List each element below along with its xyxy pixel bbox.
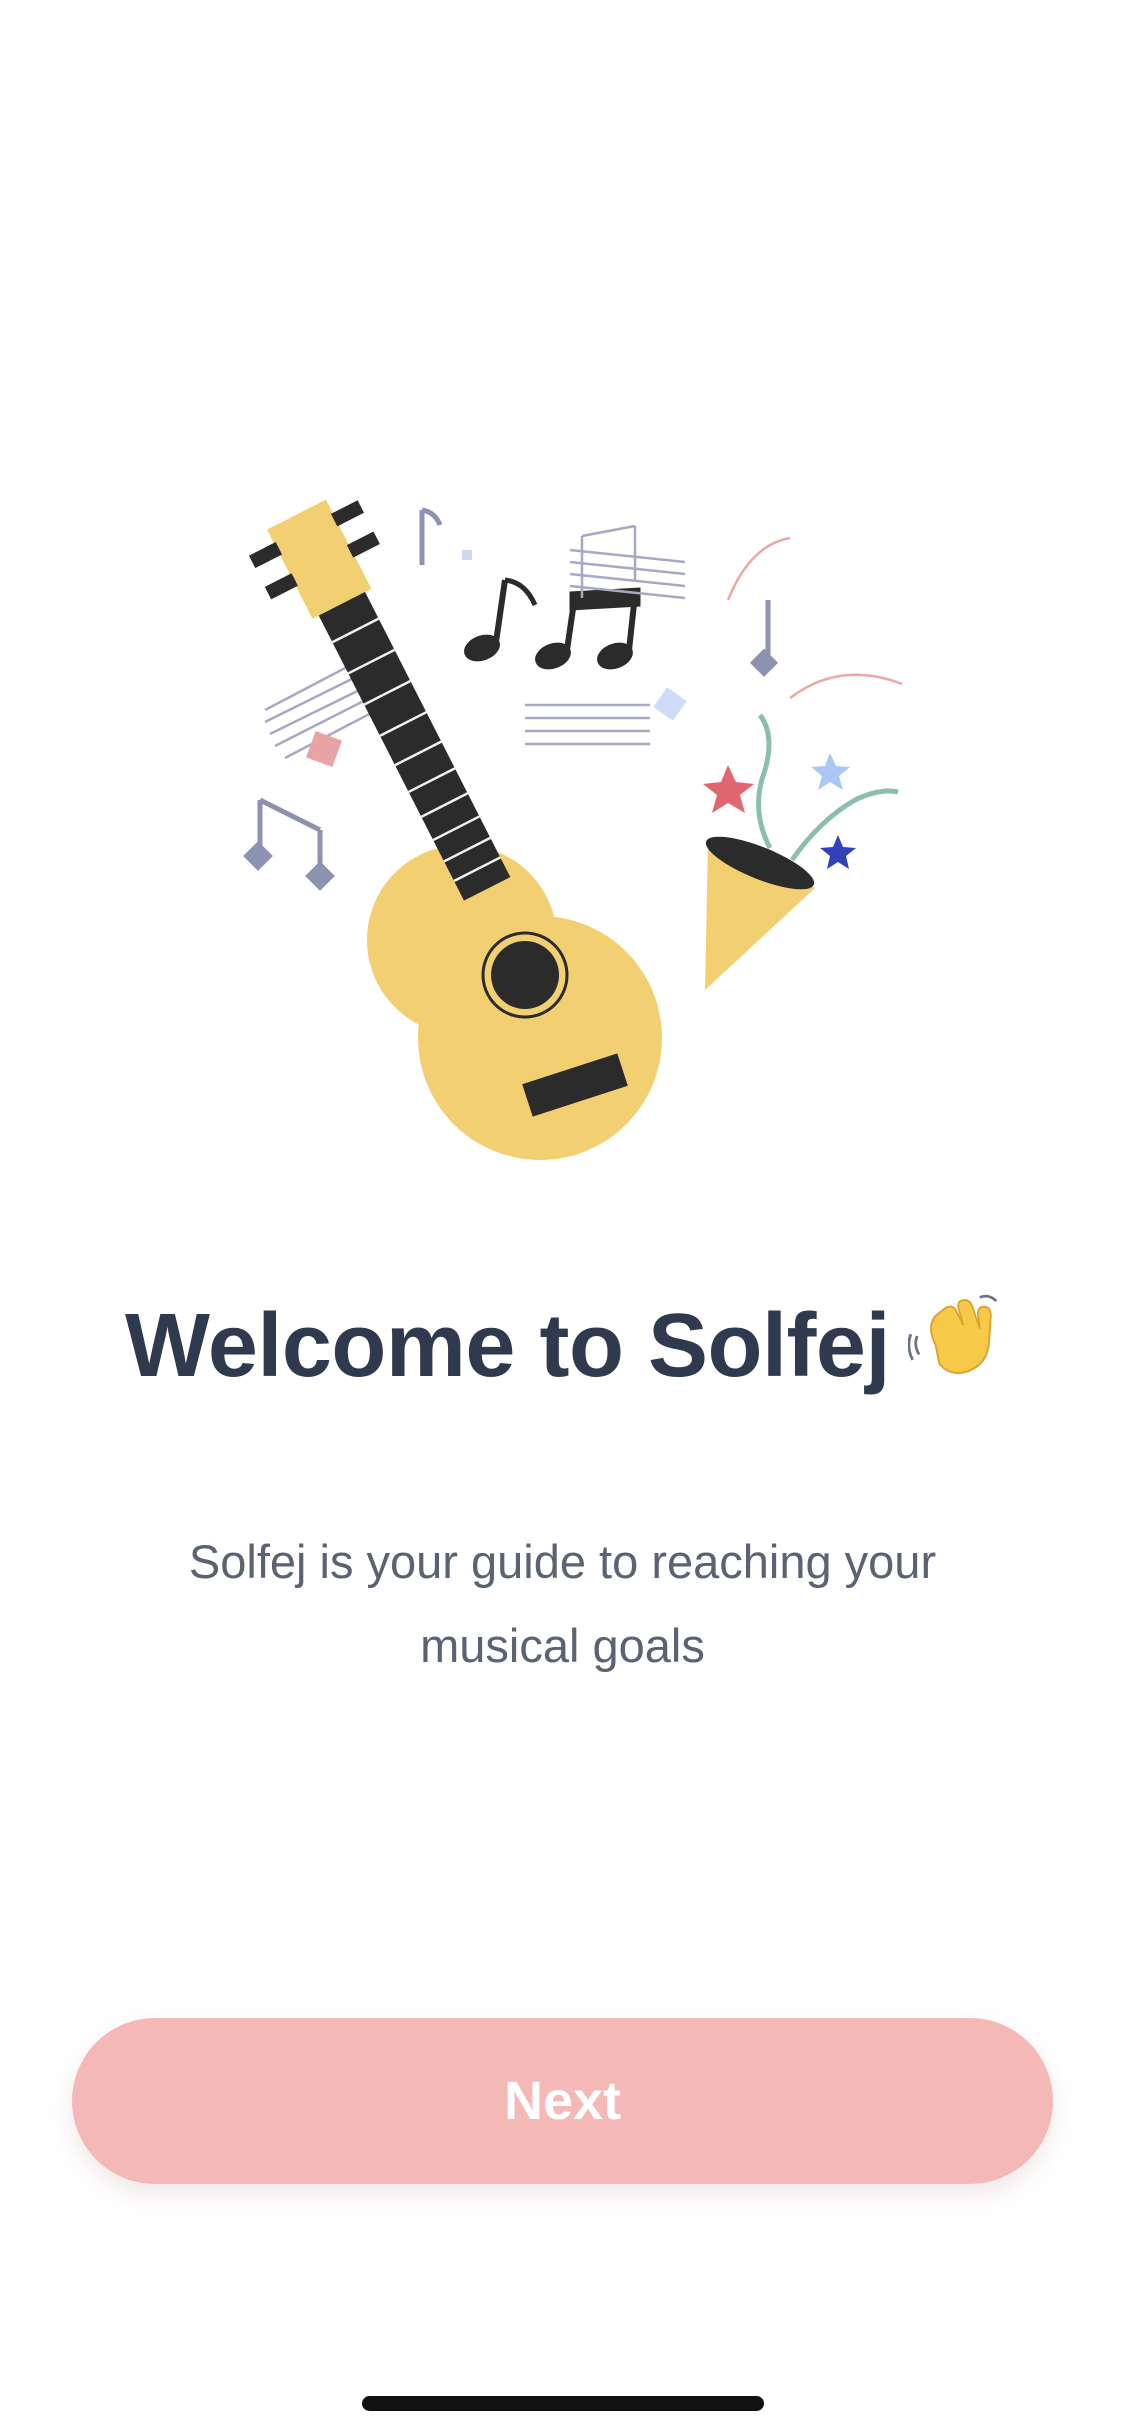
pink-square-icon [306,731,342,767]
pink-arc-right-icon [789,673,903,699]
quarter-note-right-icon [749,600,779,677]
staff-lines-bottom-icon [525,703,650,746]
waving-hand-icon [907,1290,1000,1404]
title-text: Welcome to Solfej [125,1296,890,1396]
party-popper-icon [703,713,899,990]
tiny-square-icon [462,550,472,560]
music-notes-icon [464,577,641,670]
pink-arc-top-icon [726,536,791,601]
eighth-note-left-icon [243,797,335,891]
home-indicator[interactable] [362,2396,764,2411]
welcome-subtitle: Solfej is your guide to reaching your mu… [188,1535,937,1672]
welcome-illustration [243,499,903,1160]
next-button-label: Next [503,2071,622,2131]
next-button[interactable]: Next [72,2018,1053,2184]
welcome-title: Welcome to Solfej [0,1290,1125,1404]
light-blue-square-icon [653,687,687,721]
small-note-icon [419,507,443,565]
staff-lines-top-icon [569,524,686,600]
onboarding-screen: Welcome to Solfej Solfej is your guide t… [0,0,1125,2436]
